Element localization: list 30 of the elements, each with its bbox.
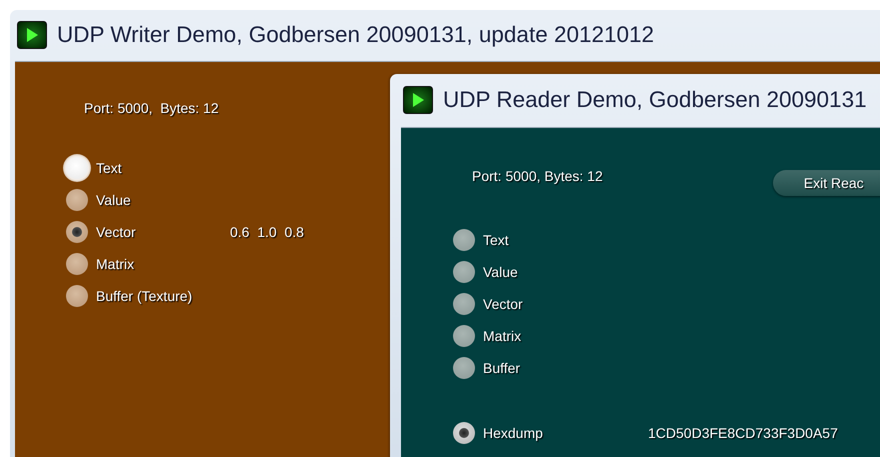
option-label: Buffer (Texture) [96,288,192,304]
option-label: Vector [96,224,136,240]
status-text: Port: 5000, Bytes: 12 [472,168,603,184]
option-label: Text [96,160,122,176]
value-text: 1CD50D3FE8CD733F3D0A57 [648,425,838,441]
radio-button[interactable] [453,261,475,283]
option-label: Value [483,264,518,280]
window-title: UDP Writer Demo, Godbersen 20090131, update 20121012 [57,22,654,48]
play-icon [403,86,433,114]
option-label: Matrix [483,328,522,344]
radio-button[interactable] [66,253,88,275]
radio-button[interactable] [453,422,475,444]
option-label: Vector [483,296,523,312]
radio-button[interactable] [66,221,88,243]
radio-button[interactable] [453,357,475,379]
radio-button[interactable] [66,285,88,307]
radio-button[interactable] [66,189,88,211]
exit-button[interactable]: Exit Reac [772,170,880,196]
option-label: Text [483,232,509,248]
radio-button[interactable] [453,325,475,347]
play-icon [17,21,47,49]
option-label: Matrix [96,256,134,272]
status-text: Port: 5000, Bytes: 12 [84,100,219,116]
value-text: 0.6 1.0 0.8 [230,224,304,240]
option-label: Value [96,192,131,208]
option-label: Hexdump [483,425,543,441]
radio-button[interactable] [453,229,475,251]
radio-button[interactable] [453,293,475,315]
option-label: Buffer [483,360,520,376]
window-title: UDP Reader Demo, Godbersen 20090131 [443,87,867,113]
